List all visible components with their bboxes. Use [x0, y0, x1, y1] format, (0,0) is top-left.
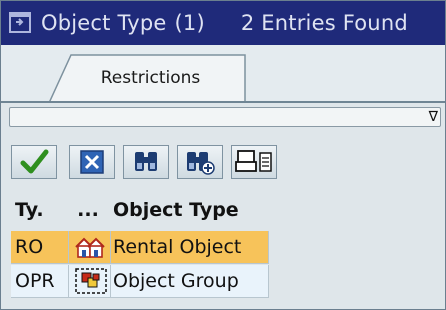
- print-button[interactable]: [231, 145, 277, 179]
- find-next-button[interactable]: [177, 145, 223, 179]
- tab-strip: Restrictions: [1, 45, 445, 103]
- object-group-icon: [69, 265, 111, 298]
- tab-restrictions[interactable]: Restrictions: [49, 53, 246, 103]
- collapse-arrow-icon[interactable]: ∇: [429, 110, 438, 124]
- dialog-window: Object Type (1) 2 Entries Found Restrict…: [0, 0, 446, 310]
- tab-label: Restrictions: [100, 68, 201, 88]
- column-header-type[interactable]: Ty.: [11, 193, 64, 227]
- title-bar[interactable]: Object Type (1) 2 Entries Found: [1, 1, 445, 45]
- continue-button[interactable]: [11, 145, 57, 179]
- find-button[interactable]: [123, 145, 169, 179]
- dialog-title: Object Type: [41, 11, 167, 35]
- printer-icon: [235, 150, 272, 172]
- dialog-window-icon: [7, 9, 35, 37]
- binoculars-icon: [135, 152, 157, 171]
- cell-type: OPR: [11, 265, 69, 298]
- entries-found-text: 2 Entries Found: [240, 11, 408, 35]
- column-header-icon[interactable]: ...: [69, 193, 107, 227]
- cell-type: RO: [11, 231, 69, 264]
- binoculars-plus-icon: [187, 152, 215, 175]
- table-row[interactable]: OPR Object Group: [11, 265, 441, 298]
- rental-object-icon: [69, 231, 111, 264]
- cancel-button[interactable]: [69, 145, 115, 179]
- checkmark-icon: [20, 149, 49, 174]
- tab-divider: [1, 101, 445, 103]
- cell-object-type: Object Group: [111, 265, 269, 298]
- table-row[interactable]: RO Rental Object: [11, 231, 441, 264]
- column-header-object-type[interactable]: Object Type: [111, 193, 277, 227]
- cell-object-type: Rental Object: [111, 231, 269, 264]
- cancel-x-icon: [80, 150, 104, 174]
- restriction-collapse-bar[interactable]: ∇: [9, 107, 441, 127]
- toolbar: [9, 141, 441, 187]
- table-header: Ty. ... Object Type: [11, 193, 441, 227]
- entry-count: (1): [174, 11, 205, 35]
